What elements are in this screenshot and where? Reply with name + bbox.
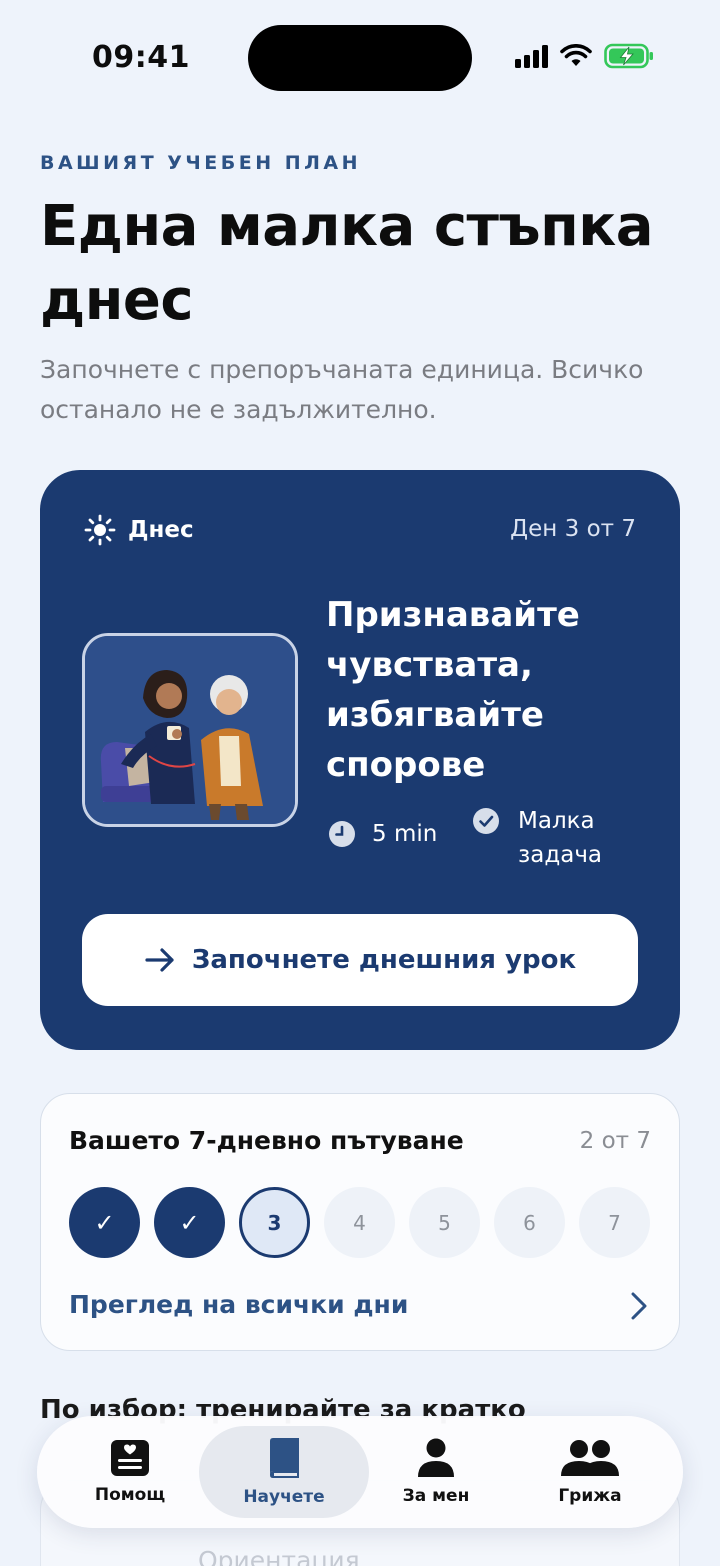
- page-title: Една малка стъпка днес: [40, 194, 654, 333]
- tab-care-label: Грижа: [558, 1486, 622, 1506]
- duration-label: 5 min: [372, 821, 438, 847]
- day-step-5[interactable]: 5: [409, 1187, 480, 1258]
- tab-learn-label: Научете: [243, 1487, 325, 1507]
- status-bar: 09:41: [0, 0, 720, 120]
- lesson-illustration: [82, 633, 298, 827]
- optional-item-label: Ориентация: [198, 1546, 360, 1566]
- today-tag: Днес: [84, 514, 194, 546]
- journey-progress: 2 от 7: [579, 1128, 651, 1154]
- tab-about-me-label: За мен: [402, 1486, 470, 1506]
- day-step-1[interactable]: ✓: [69, 1187, 140, 1258]
- chevron-right-icon[interactable]: [629, 1290, 649, 1322]
- day-step-2[interactable]: ✓: [154, 1187, 225, 1258]
- journey-title: Вашето 7-дневно пътуване: [69, 1126, 464, 1155]
- dynamic-island: [248, 25, 472, 91]
- people-icon: [561, 1440, 619, 1476]
- cellular-signal-icon: [515, 44, 548, 68]
- tab-care[interactable]: Грижа: [505, 1426, 675, 1518]
- day-step-3[interactable]: 3: [239, 1187, 310, 1258]
- tab-help[interactable]: Помощ: [45, 1426, 215, 1518]
- tab-about-me[interactable]: За мен: [351, 1426, 521, 1518]
- day-step-7[interactable]: 7: [579, 1187, 650, 1258]
- day-step-6[interactable]: 6: [494, 1187, 565, 1258]
- book-icon: [270, 1438, 299, 1478]
- person-icon: [418, 1438, 454, 1477]
- start-lesson-button[interactable]: Започнете днешния урок: [82, 914, 638, 1006]
- journey-card: Вашето 7-дневно пътуване 2 от 7 ✓ ✓ 3 4 …: [40, 1093, 680, 1351]
- start-lesson-label: Започнете днешния урок: [191, 945, 577, 975]
- arrow-right-icon: [145, 948, 174, 972]
- page-subtitle: Започнете с препоръчаната единица. Всичк…: [40, 355, 644, 424]
- status-time: 09:41: [92, 40, 190, 75]
- lesson-task: Малка задача: [472, 804, 628, 872]
- wifi-icon: [560, 44, 592, 66]
- today-label: Днес: [128, 517, 194, 543]
- tab-learn[interactable]: Научете: [199, 1426, 369, 1518]
- sun-icon: [84, 514, 116, 546]
- day-step-4[interactable]: 4: [324, 1187, 395, 1258]
- today-lesson-card: Днес Ден 3 от 7 Признавайте чувствата, и…: [40, 470, 680, 1050]
- tab-help-label: Помощ: [94, 1485, 166, 1505]
- task-label: Малка задача: [518, 808, 603, 868]
- lesson-duration: 5 min: [328, 820, 437, 848]
- battery-charging-icon: [604, 43, 653, 69]
- day-counter: Ден 3 от 7: [510, 516, 636, 542]
- status-icons: [515, 43, 654, 69]
- check-circle-icon: [473, 808, 499, 834]
- help-card-icon: [111, 1440, 149, 1476]
- lesson-title: Признавайте чувствата, избягвайте споров…: [326, 595, 580, 785]
- tab-bar: Помощ Научете За мен Грижа: [37, 1416, 683, 1528]
- clock-icon: [329, 821, 355, 847]
- day-steps: ✓ ✓ 3 4 5 6 7: [69, 1187, 650, 1258]
- view-all-days-link[interactable]: Преглед на всички дни: [69, 1290, 408, 1319]
- section-eyebrow: ВАШИЯТ УЧЕБЕН ПЛАН: [40, 152, 362, 174]
